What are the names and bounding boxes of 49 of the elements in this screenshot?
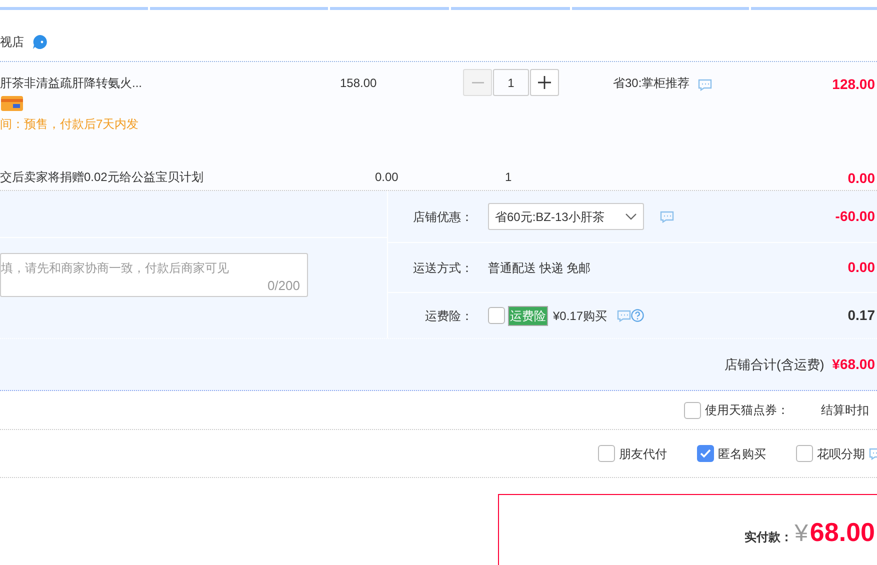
item-total: 128.00: [831, 75, 876, 94]
charity-note: 交后卖家将捐赠0.02元给公益宝贝计划: [0, 169, 204, 186]
checkbox[interactable]: [488, 307, 505, 324]
character-counter: 0/200: [267, 276, 300, 294]
currency-symbol: ¥: [794, 519, 808, 549]
shipping-method: 普通配送 快递 免邮: [488, 260, 591, 276]
option-label[interactable]: 朋友代付: [619, 444, 667, 462]
checkbox[interactable]: [598, 445, 615, 462]
field-label: 运费险：: [424, 308, 474, 324]
minus-icon: [472, 82, 484, 84]
unit-price: 0.00: [375, 169, 400, 186]
quantity: 1: [505, 169, 513, 186]
insurance-amount: 0.17: [846, 306, 876, 325]
option-label[interactable]: 匿名购买: [718, 444, 766, 462]
card-icon: [0, 95, 24, 112]
checkbox[interactable]: [697, 445, 714, 462]
check-icon: [700, 449, 711, 458]
help-icon[interactable]: [631, 309, 644, 322]
chat-bubble-icon[interactable]: [32, 34, 48, 50]
insurance-price: ¥0.17购买: [553, 308, 608, 324]
store-name[interactable]: 视店: [0, 32, 24, 50]
payment-amount: 68.00: [810, 516, 875, 549]
increase-button[interactable]: [530, 69, 559, 96]
decrease-button[interactable]: [463, 69, 492, 96]
coupon-note: 结算时扣: [821, 402, 870, 419]
unit-price: 158.00: [340, 75, 378, 92]
insurance-tag: 运费险: [508, 306, 548, 326]
field-label: 店铺优惠：: [412, 208, 474, 226]
field-label: 运送方式：: [412, 260, 474, 276]
store-total-label: 店铺合计(含运费): [724, 356, 824, 374]
store-total-amount: ¥68.00: [832, 355, 875, 374]
option-label[interactable]: 花呗分期: [817, 444, 865, 462]
caret-icon: [625, 213, 637, 220]
payment-label: 实付款：: [744, 529, 793, 546]
item-total: 0.00: [846, 169, 876, 188]
delivery-note: 间：预售，付款后7天内发: [0, 116, 140, 133]
discount-select[interactable]: 省60元:BZ-13小肝茶: [488, 203, 644, 230]
discount-amount: -60.00: [834, 207, 876, 226]
quantity-field[interactable]: 1: [493, 69, 529, 96]
checkbox[interactable]: [684, 402, 701, 418]
coupon-label: 使用天猫点券：: [705, 402, 789, 419]
chat-icon[interactable]: [660, 210, 674, 222]
discount-label: 省30:掌柜推荐: [613, 75, 690, 92]
plus-icon: [538, 76, 551, 89]
checkbox[interactable]: [796, 445, 813, 462]
shipping-amount: 0.00: [846, 258, 876, 277]
product-title[interactable]: 肝茶非清益疏肝降转氨火...: [0, 74, 340, 92]
chat-icon[interactable]: [617, 310, 632, 322]
chat-icon[interactable]: [698, 79, 712, 91]
